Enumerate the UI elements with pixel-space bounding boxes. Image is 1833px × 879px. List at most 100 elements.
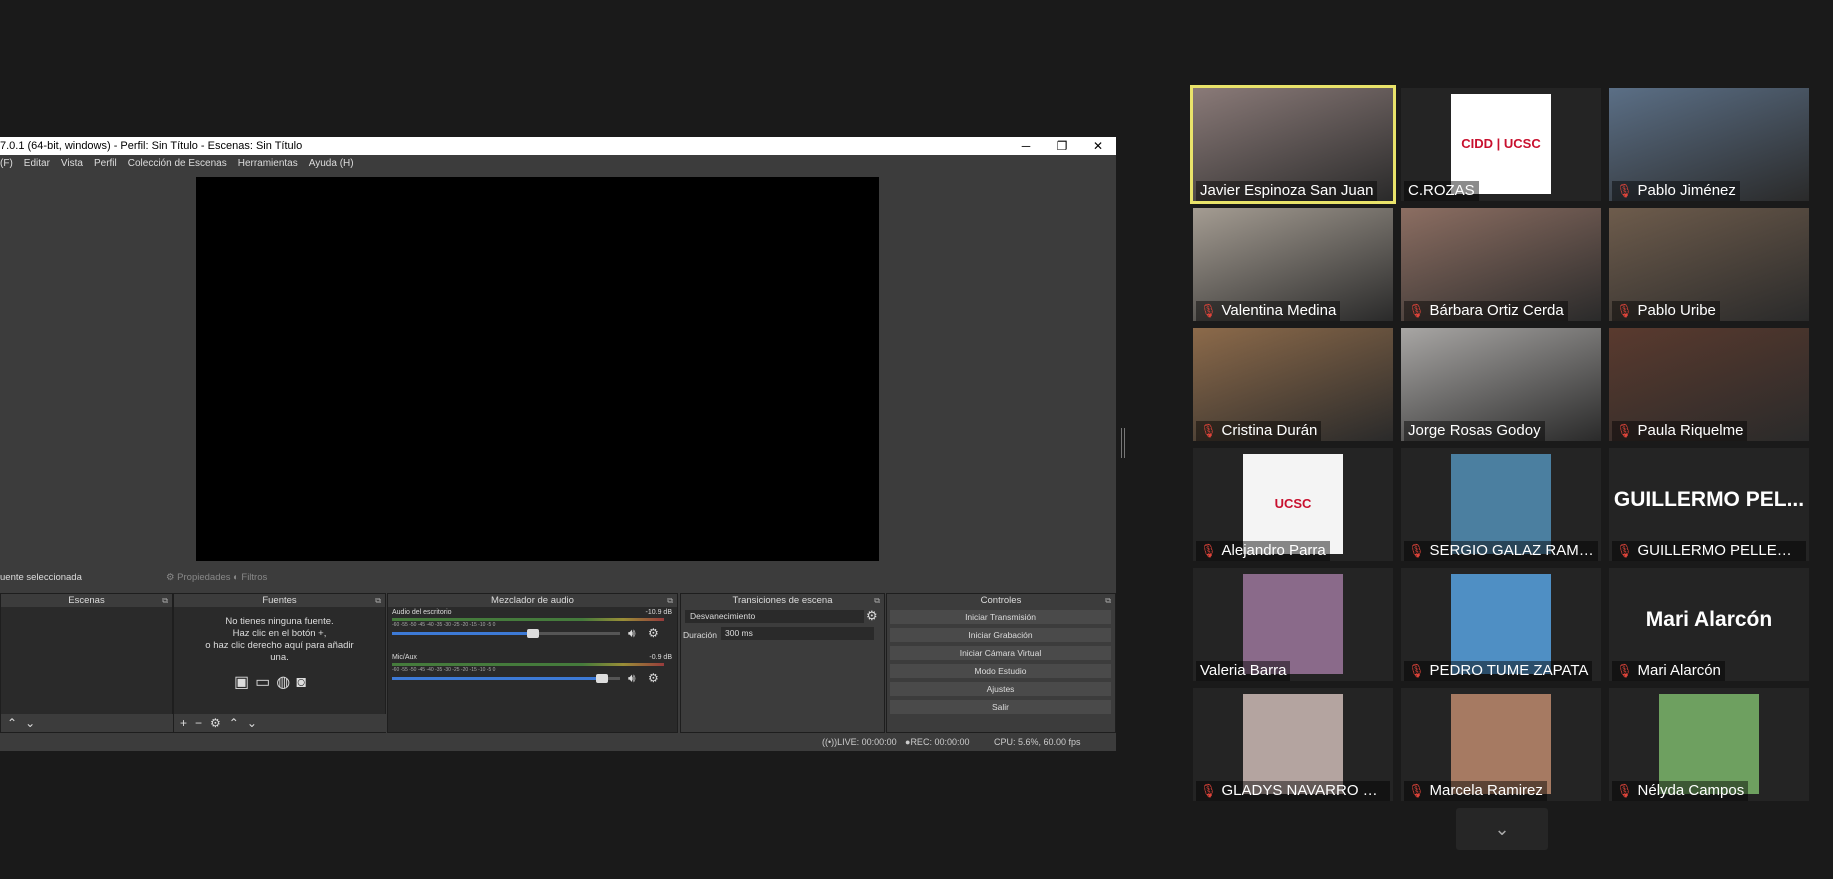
duration-input[interactable]: 300 ms [721,627,874,640]
transitions-title: Transiciones de escena [732,595,833,606]
mic-muted-icon: 🎙︎ [1616,423,1633,438]
participant-name-label: 🎙︎ GUILLERMO PELLERANO [1612,541,1806,561]
gear-icon: ⚙ [166,572,175,583]
participant-name: GLADYS NAVARRO VE... [1221,782,1390,799]
participant-name: SERGIO GALAZ RAMÍREZ [1429,542,1598,559]
studio-mode-button[interactable]: Modo Estudio [890,664,1111,678]
participant-name: Valeria Barra [1200,662,1287,679]
participant-tile[interactable]: 🎙︎ Marcela Ramirez [1401,688,1601,801]
participant-name-label: 🎙︎ Pablo Uribe [1612,301,1720,321]
volume-fill [392,632,534,635]
popout-icon[interactable]: ⧉ [162,594,168,607]
participant-tile[interactable]: 🎙︎ Valentina Medina [1193,208,1393,321]
participant-tile[interactable]: 🎙︎ Pablo Jiménez [1609,88,1809,201]
participant-tile[interactable]: 🎙︎ Nélyda Campos [1609,688,1809,801]
add-icon[interactable]: + [180,716,187,730]
gear-icon[interactable]: ⚙ [648,671,659,685]
menu-file[interactable]: (F) [0,155,13,173]
volume-knob[interactable] [527,629,540,638]
filters-button[interactable]: ◐ Filtros [233,569,267,587]
participant-tile[interactable]: Valeria Barra [1193,568,1393,681]
preview-canvas[interactable] [196,177,879,561]
properties-button[interactable]: ⚙ Propiedades [166,569,231,587]
participant-name-label: Javier Espinoza San Juan [1196,181,1378,201]
exit-button[interactable]: Salir [890,700,1111,714]
start-recording-button[interactable]: Iniciar Grabación [890,628,1111,642]
duration-label: Duración [683,630,718,640]
participant-name: Javier Espinoza San Juan [1200,182,1374,199]
move-up-icon[interactable]: ⌃ [7,716,17,730]
participant-name-label: 🎙︎ PEDRO TUME ZAPATA [1404,661,1593,681]
menu-edit[interactable]: Editar [24,155,50,173]
participant-tile[interactable]: 🎙︎ Pablo Uribe [1609,208,1809,321]
source-type-icons: ▣▭◍◙ [234,672,312,692]
menu-profile[interactable]: Perfil [94,155,117,173]
popout-icon[interactable]: ⧉ [667,594,673,607]
restore-button[interactable]: ❐ [1044,137,1080,155]
participant-tile[interactable]: Jorge Rosas Godoy [1401,328,1601,441]
sources-title: Fuentes [262,595,297,606]
menu-view[interactable]: Vista [61,155,83,173]
participant-tile[interactable]: 🎙︎ GLADYS NAVARRO VE... [1193,688,1393,801]
participant-tile[interactable]: GUILLERMO PEL... 🎙︎ GUILLERMO PELLERANO [1609,448,1809,561]
participant-name: Paula Riquelme [1637,422,1744,439]
participant-tile[interactable]: 🎙︎ PEDRO TUME ZAPATA [1401,568,1601,681]
volume-slider[interactable] [392,674,620,683]
participant-name: Cristina Durán [1221,422,1318,439]
transition-select[interactable]: Desvanecimiento [685,610,864,623]
participant-name-label: 🎙︎ Pablo Jiménez [1612,181,1740,201]
minimize-button[interactable]: ─ [1008,137,1044,155]
meter-scale: -60 -55 -50 -45 -40 -35 -30 -25 -20 -15 … [392,622,496,628]
participant-tile[interactable]: Mari Alarcón 🎙︎ Mari Alarcón [1609,568,1809,681]
menu-tools[interactable]: Herramientas [238,155,298,173]
live-time: LIVE: 00:00:00 [837,737,897,747]
gear-icon[interactable]: ⚙ [648,626,659,640]
participant-tile[interactable]: 🎙︎ Paula Riquelme [1609,328,1809,441]
scenes-dock: Escenas ⧉ ⌃ ⌄ [0,593,178,733]
participant-tile[interactable]: Javier Espinoza San Juan [1190,85,1396,204]
start-streaming-button[interactable]: Iniciar Transmisión [890,610,1111,624]
mic-muted-icon: 🎙︎ [1408,663,1425,678]
mic-muted-icon: 🎙︎ [1616,783,1633,798]
move-down-icon[interactable]: ⌄ [25,716,35,730]
participant-tile[interactable]: 🎙︎ Cristina Durán [1193,328,1393,441]
splitter-handle[interactable] [1121,428,1125,458]
close-button[interactable]: ✕ [1080,137,1116,155]
remove-icon[interactable]: − [195,716,202,730]
gear-icon[interactable]: ⚙ [210,716,221,730]
volume-knob[interactable] [595,674,608,683]
participant-picture [1451,454,1551,554]
image-icon: ▣ [234,674,256,691]
mic-muted-icon: 🎙︎ [1408,783,1425,798]
settings-button[interactable]: Ajustes [890,682,1111,696]
move-down-icon[interactable]: ⌄ [247,716,257,730]
participant-picture [1243,694,1343,794]
start-virtual-camera-button[interactable]: Iniciar Cámara Virtual [890,646,1111,660]
participant-tile[interactable]: CIDD | UCSC C.ROZAS [1401,88,1601,201]
volume-slider[interactable] [392,629,620,638]
gear-icon[interactable]: ⚙ [866,608,878,624]
participant-name-label: 🎙︎ GLADYS NAVARRO VE... [1196,781,1390,801]
participant-tile[interactable]: UCSC 🎙︎ Alejandro Parra [1193,448,1393,561]
sources-dock: Fuentes ⧉ No tienes ninguna fuente. Haz c… [173,593,391,733]
level-meter [392,663,664,666]
speaker-icon[interactable]: 🔊︎ [628,626,636,641]
speaker-icon[interactable]: 🔊︎ [628,671,636,686]
move-up-icon[interactable]: ⌃ [229,716,239,730]
menu-help[interactable]: Ayuda (H) [309,155,354,173]
participant-name: GUILLERMO PELLERANO [1637,542,1806,559]
status-bar: ((•)) LIVE: 00:00:00 ● REC: 00:00:00 CPU… [0,733,1116,751]
menu-scene-collection[interactable]: Colección de Escenas [128,155,227,173]
volume-fill [392,677,602,680]
participant-tile[interactable]: 🎙︎ SERGIO GALAZ RAMÍREZ [1401,448,1601,561]
channel-name: Mic/Aux [392,654,417,661]
level-meter [392,618,664,621]
popout-icon[interactable]: ⧉ [1105,594,1111,607]
participant-name: Bárbara Ortiz Cerda [1429,302,1564,319]
rec-time: REC: 00:00:00 [910,737,970,747]
popout-icon[interactable]: ⧉ [375,594,381,607]
popout-icon[interactable]: ⧉ [874,594,880,607]
mic-muted-icon: 🎙︎ [1200,303,1217,318]
participant-tile[interactable]: 🎙︎ Bárbara Ortiz Cerda [1401,208,1601,321]
scroll-down-button[interactable]: ⌄ [1456,808,1548,850]
